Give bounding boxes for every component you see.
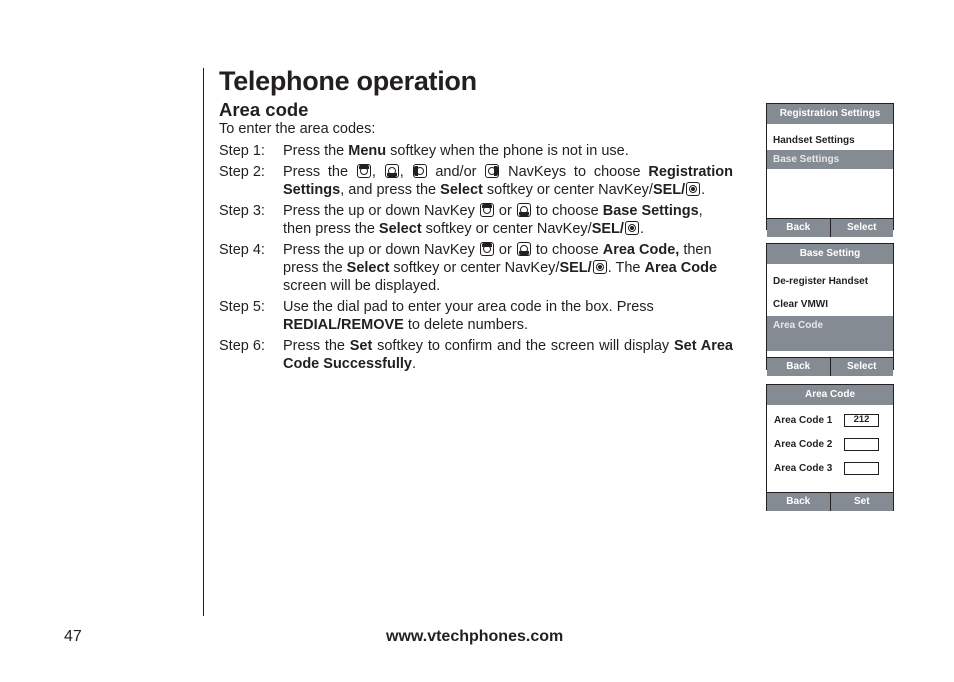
softkey-back[interactable]: Back xyxy=(767,358,831,376)
screen-header: Registration Settings xyxy=(767,104,893,124)
menu-item-base-settings[interactable]: Base Settings xyxy=(767,150,893,169)
page-number: 47 xyxy=(64,628,82,645)
area-code-1-input[interactable]: 212 xyxy=(844,413,879,427)
screen-header: Area Code xyxy=(767,385,893,405)
section-title: Area code xyxy=(219,99,309,120)
intro-text: To enter the area codes: xyxy=(219,121,376,137)
navkey-down-icon xyxy=(516,242,531,256)
area-code-row-1: Area Code 1 212 xyxy=(767,408,893,432)
menu-item-deregister-handset[interactable]: De-register Handset xyxy=(767,270,893,293)
area-code-3-label: Area Code 3 xyxy=(774,462,833,474)
menu-keyword: Menu xyxy=(348,143,387,159)
menu-item-area-code[interactable]: Area Code xyxy=(767,316,893,351)
step-label: Step 5: xyxy=(219,299,265,315)
area-code-1-label: Area Code 1 xyxy=(774,414,833,426)
step-label: Step 4: xyxy=(219,242,265,258)
softkey-bar: Back Set xyxy=(767,492,893,511)
navkey-up-icon xyxy=(479,203,494,217)
area-code-row-3: Area Code 3 xyxy=(767,456,893,480)
navkey-center-sel-icon xyxy=(624,221,639,235)
screen-base-setting: Base Setting De-register Handset Clear V… xyxy=(766,243,894,376)
softkey-back[interactable]: Back xyxy=(767,493,831,511)
area-code-row-2: Area Code 2 xyxy=(767,432,893,456)
screen-registration-settings: Registration Settings Handset Settings B… xyxy=(766,103,894,237)
area-code-2-input[interactable] xyxy=(844,437,879,451)
step-label: Step 2: xyxy=(219,164,265,180)
navkey-center-sel-icon xyxy=(686,182,701,196)
area-code-3-input[interactable] xyxy=(844,461,879,475)
navkey-left-icon xyxy=(412,164,427,178)
step-label: Step 3: xyxy=(219,203,265,219)
navkey-up-icon xyxy=(356,164,371,178)
menu-item-handset-settings[interactable]: Handset Settings xyxy=(767,131,893,150)
page-title: Telephone operation xyxy=(219,66,477,96)
vertical-rule xyxy=(203,68,204,616)
navkey-right-icon xyxy=(485,164,500,178)
navkey-down-icon xyxy=(516,203,531,217)
screen-area-code: Area Code Area Code 1 212 Area Code 2 Ar… xyxy=(766,384,894,511)
softkey-back[interactable]: Back xyxy=(767,219,831,237)
step-6: Step 6: Press the Set softkey to confirm… xyxy=(219,338,733,372)
softkey-select[interactable]: Select xyxy=(831,219,894,237)
softkey-set[interactable]: Set xyxy=(831,493,894,511)
step-1: Step 1: Press the Menu softkey when the … xyxy=(219,143,629,159)
step-4: Step 4: Press the up or down NavKey or t… xyxy=(219,242,718,294)
steps-list: Step 1: Press the Menu softkey when the … xyxy=(219,142,733,376)
navkey-up-icon xyxy=(479,242,494,256)
step-label: Step 1: xyxy=(219,143,265,159)
step-5: Step 5: Use the dial pad to enter your a… xyxy=(219,299,654,333)
area-code-2-label: Area Code 2 xyxy=(774,438,833,450)
menu-item-clear-vmwi[interactable]: Clear VMWI xyxy=(767,293,893,316)
navkey-center-sel-icon xyxy=(592,260,607,274)
softkey-bar: Back Select xyxy=(767,357,893,376)
step-label: Step 6: xyxy=(219,338,265,354)
softkey-bar: Back Select xyxy=(767,218,893,237)
step-3: Step 3: Press the up or down NavKey or t… xyxy=(219,203,703,237)
screen-header: Base Setting xyxy=(767,244,893,264)
step-2: Step 2: Press the , , and/or NavKeys to … xyxy=(219,164,733,198)
website-url[interactable]: www.vtechphones.com xyxy=(386,628,563,646)
navkey-down-icon xyxy=(384,164,399,178)
softkey-select[interactable]: Select xyxy=(831,358,894,376)
